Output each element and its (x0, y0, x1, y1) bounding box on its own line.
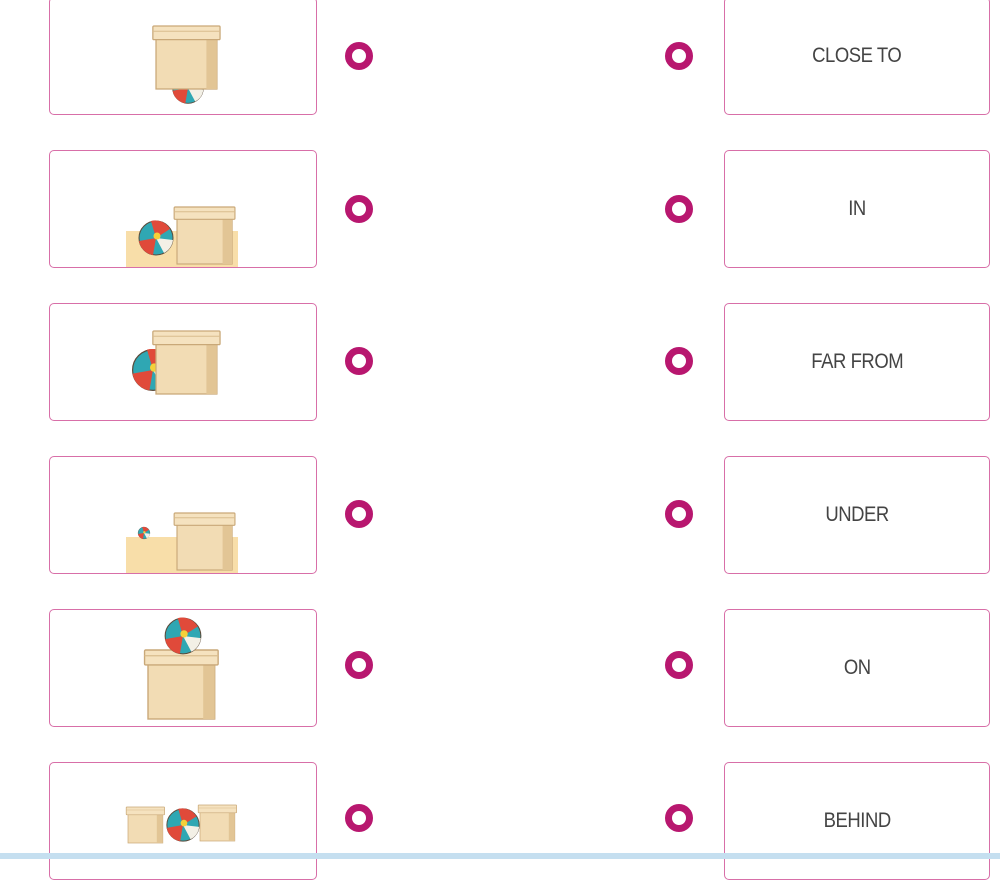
ball-on-box-image (143, 617, 219, 720)
left-connector-dot-5[interactable] (345, 651, 373, 679)
word-card-1[interactable]: CLOSE TO (724, 0, 990, 115)
left-connector-dot-3[interactable] (345, 347, 373, 375)
ball-far-from-box-image (126, 512, 238, 573)
right-connector-dot-6[interactable] (665, 804, 693, 832)
word-card-4[interactable]: UNDER (724, 456, 990, 574)
right-connector-dot-4[interactable] (665, 500, 693, 528)
word-card-label: UNDER (825, 503, 889, 526)
ball-under-box-image (152, 25, 221, 104)
image-card-5[interactable] (49, 609, 317, 727)
word-card-label: CLOSE TO (812, 44, 902, 67)
right-connector-dot-3[interactable] (665, 347, 693, 375)
left-connector-dot-1[interactable] (345, 42, 373, 70)
word-card-label: BEHIND (823, 809, 891, 832)
left-connector-dot-6[interactable] (345, 804, 373, 832)
word-card-2[interactable]: IN (724, 150, 990, 268)
image-card-1[interactable] (49, 0, 317, 115)
word-card-3[interactable]: FAR FROM (724, 303, 990, 421)
word-card-label: IN (848, 197, 866, 220)
image-card-3[interactable] (49, 303, 317, 421)
image-card-2[interactable] (49, 150, 317, 268)
ball-behind-box-image (132, 330, 221, 395)
right-connector-dot-5[interactable] (665, 651, 693, 679)
word-card-label: ON (843, 656, 871, 679)
ball-close-to-box-image (126, 206, 238, 267)
word-card-5[interactable]: ON (724, 609, 990, 727)
word-card-label: FAR FROM (811, 350, 903, 373)
left-connector-dot-2[interactable] (345, 195, 373, 223)
right-connector-dot-2[interactable] (665, 195, 693, 223)
left-connector-dot-4[interactable] (345, 500, 373, 528)
word-card-6[interactable]: BEHIND (724, 762, 990, 880)
bottom-bar (0, 853, 1000, 859)
image-card-4[interactable] (49, 456, 317, 574)
right-connector-dot-1[interactable] (665, 42, 693, 70)
image-card-6[interactable] (49, 762, 317, 880)
ball-between-boxes-image (125, 804, 237, 844)
